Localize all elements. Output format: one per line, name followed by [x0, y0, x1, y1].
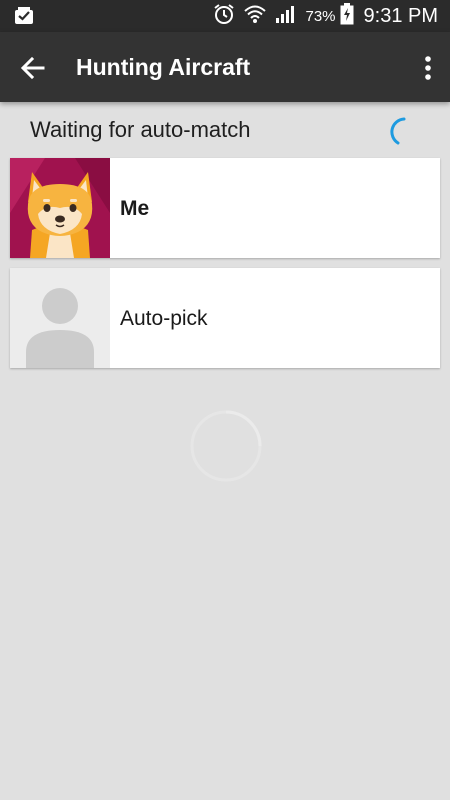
signal-icon: [275, 4, 297, 29]
shiba-dog-avatar: [10, 158, 110, 258]
player-card-auto-pick[interactable]: Auto-pick: [10, 268, 440, 368]
wifi-icon: [243, 4, 267, 29]
player-card-me[interactable]: Me: [10, 158, 440, 258]
player-name: Auto-pick: [120, 307, 208, 330]
loading-spinner-icon: [384, 116, 414, 146]
status-time: 9:31 PM: [363, 4, 438, 27]
notification-inbox-icon: [14, 7, 34, 30]
back-button[interactable]: [18, 53, 48, 83]
overflow-menu-button[interactable]: [418, 53, 438, 83]
battery-percent: 73%: [305, 7, 336, 25]
app-bar: Hunting Aircraft: [0, 32, 450, 102]
progress-spinner-icon: [188, 408, 264, 484]
status-bar: 73% 9:31 PM: [0, 0, 450, 32]
battery-charging-icon: [340, 2, 354, 30]
waiting-title: Waiting for auto-match: [30, 117, 251, 142]
person-placeholder-icon: [10, 268, 110, 368]
app-title: Hunting Aircraft: [76, 54, 251, 80]
status-icons: 73% 9:31 PM: [205, 0, 438, 32]
arrow-back-icon: [20, 56, 45, 80]
more-vert-icon: [425, 56, 431, 80]
player-name: Me: [120, 197, 150, 220]
alarm-icon: [213, 3, 235, 30]
